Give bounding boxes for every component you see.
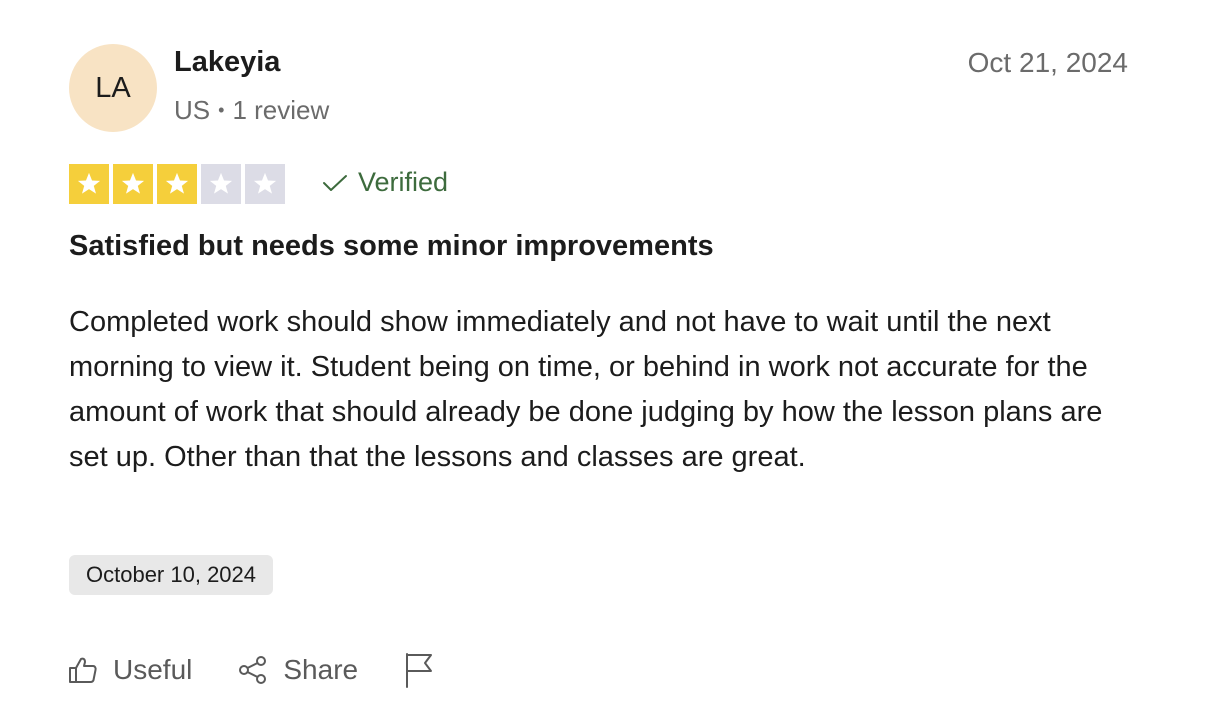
share-icon bbox=[239, 656, 267, 684]
star-icon bbox=[253, 172, 277, 194]
star-rating bbox=[69, 164, 285, 204]
star-empty bbox=[201, 164, 241, 204]
avatar-initials: LA bbox=[95, 71, 131, 104]
reviewer-country: US bbox=[174, 95, 211, 125]
reviewer-review-count: 1 review bbox=[232, 95, 330, 125]
star-icon bbox=[165, 172, 189, 194]
useful-label: Useful bbox=[113, 654, 193, 685]
verified-badge[interactable]: Verified bbox=[322, 167, 448, 198]
star-icon bbox=[77, 172, 101, 194]
meta-separator: • bbox=[218, 100, 225, 120]
share-label: Share bbox=[283, 654, 359, 685]
reviewer-meta: US • 1 review bbox=[174, 95, 329, 126]
star-filled bbox=[113, 164, 153, 204]
review-title[interactable]: Satisfied but needs some minor improveme… bbox=[69, 230, 714, 263]
check-icon bbox=[323, 174, 347, 191]
star-icon bbox=[209, 172, 233, 194]
report-button[interactable] bbox=[404, 652, 434, 688]
avatar[interactable]: LA bbox=[69, 44, 157, 132]
reviewer-name[interactable]: Lakeyia bbox=[174, 46, 280, 79]
star-filled bbox=[157, 164, 197, 204]
flag-icon bbox=[406, 653, 433, 688]
thumbs-up-icon bbox=[69, 657, 97, 683]
review-date: Oct 21, 2024 bbox=[967, 47, 1128, 78]
verified-label: Verified bbox=[358, 167, 449, 197]
star-filled bbox=[69, 164, 109, 204]
share-button[interactable]: Share bbox=[238, 654, 358, 686]
star-icon bbox=[121, 172, 145, 194]
experience-date: October 10, 2024 bbox=[86, 562, 257, 587]
experience-date-badge: October 10, 2024 bbox=[69, 555, 274, 595]
review-body: Completed work should show immediately a… bbox=[69, 306, 1103, 473]
star-empty bbox=[245, 164, 285, 204]
review-card: LA Lakeyia US • 1 review Oct 21, 2024 Ve… bbox=[0, 0, 1218, 720]
useful-button[interactable]: Useful bbox=[68, 654, 192, 686]
review-actions: Useful Share bbox=[68, 652, 434, 688]
